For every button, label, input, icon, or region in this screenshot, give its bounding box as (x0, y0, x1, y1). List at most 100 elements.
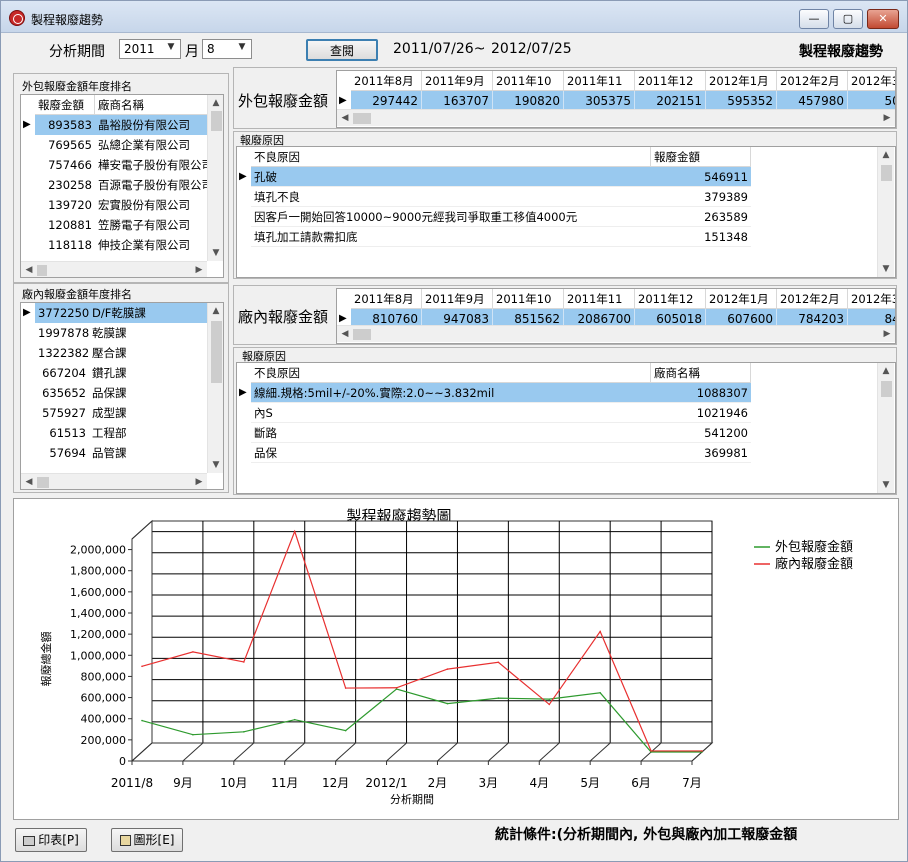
inhouse-monthly-grid[interactable]: 2011年8月8107602011年9月9470832011年10月851562… (336, 288, 896, 344)
table-row[interactable]: 667204 鑽孔課 (21, 363, 209, 383)
month-value-cell: 163707 (422, 91, 493, 111)
table-row[interactable]: 填孔不良 379389 (237, 187, 751, 207)
scroll-thumb[interactable] (881, 165, 892, 181)
y-tick-label: 2,000,000 (70, 544, 126, 557)
scroll-left-icon[interactable]: ◀ (337, 110, 353, 126)
month-select[interactable]: 8 ▼ (202, 39, 252, 59)
x-tick-label: 5月 (580, 776, 600, 790)
year-select[interactable]: 2011 ▼ (119, 39, 181, 59)
print-button[interactable]: 印表[P] (15, 828, 87, 852)
table-row[interactable]: ▶ 孔破 546911 (237, 167, 751, 187)
close-button[interactable]: ✕ (867, 9, 899, 29)
outsource-rank-title: 外包報廢金額年度排名 (22, 80, 132, 93)
scroll-up-icon[interactable]: ▲ (208, 303, 223, 319)
scroll-thumb[interactable] (211, 111, 222, 131)
outsource-monthly-label: 外包報廢金額 (238, 92, 329, 110)
x-tick-label: 7月 (682, 776, 702, 790)
outsource-reasons-grid[interactable]: 不良原因 報廢金額 ▶ 孔破 546911 填孔不良 379389 因客戶一開始回答10000… (236, 146, 896, 278)
table-row[interactable]: 內S 1021946 (237, 403, 751, 423)
scroll-down-icon[interactable]: ▼ (208, 457, 223, 473)
scroll-thumb[interactable] (211, 321, 222, 383)
amount-cell: 893583 (35, 115, 95, 135)
scroll-down-icon[interactable]: ▼ (208, 245, 223, 261)
table-row[interactable]: 757466 樺安電子股份有限公司 (21, 155, 209, 175)
scroll-up-icon[interactable]: ▲ (208, 95, 223, 111)
table-row[interactable]: 1997878 乾膜課 (21, 323, 209, 343)
scroll-right-icon[interactable]: ▶ (191, 262, 207, 277)
scroll-down-icon[interactable]: ▼ (878, 261, 894, 277)
outsource-monthly-grid[interactable]: 2011年8月2974422011年9月1637072011年10月190820… (336, 70, 896, 128)
query-button[interactable]: 查閱 (306, 39, 378, 61)
vertical-scrollbar[interactable]: ▲ ▼ (877, 147, 894, 277)
vertical-scrollbar[interactable]: ▲ ▼ (207, 95, 223, 261)
table-row[interactable]: ▶ 3772250 D/F乾膜課 (21, 303, 209, 323)
y-tick-label: 200,000 (81, 734, 127, 747)
horizontal-scrollbar[interactable]: ◀ ▶ (21, 473, 207, 489)
amount-cell: 1997878 (38, 326, 89, 340)
table-row[interactable]: 769565 弘總企業有限公司 (21, 135, 209, 155)
vertical-scrollbar[interactable]: ▲ ▼ (877, 363, 894, 493)
chart-button[interactable]: 圖形[E] (111, 828, 183, 852)
maximize-button[interactable]: ▢ (833, 9, 863, 29)
print-button-label: 印表[P] (38, 833, 79, 847)
table-row[interactable]: ▶ 線細.規格:5mil+/-20%.實際:2.0~~3.832mil 108830… (237, 383, 751, 403)
y-tick-label: 600,000 (81, 692, 127, 705)
scroll-thumb[interactable] (353, 329, 371, 340)
table-row[interactable]: 139720 宏實股份有限公司 (21, 195, 209, 215)
scroll-up-icon[interactable]: ▲ (878, 363, 894, 379)
month-value: 8 (207, 42, 215, 56)
table-row[interactable]: 因客戶一開始回答10000~9000元經我司爭取重工移值4000元 263589 (237, 207, 751, 227)
row-pointer-icon: ▶ (339, 313, 347, 324)
scroll-right-icon[interactable]: ▶ (191, 474, 207, 489)
minimize-button[interactable]: — (799, 9, 829, 29)
scroll-thumb[interactable] (881, 381, 892, 397)
scroll-thumb[interactable] (37, 477, 49, 488)
table-row[interactable]: 品保 369981 (237, 443, 751, 463)
table-row[interactable]: 118118 伸技企業有限公司 (21, 235, 209, 255)
scroll-thumb[interactable] (353, 113, 371, 124)
month-value-cell: 202151 (635, 91, 706, 111)
amount-cell: 3772250 (35, 303, 89, 323)
x-tick-label: 11月 (271, 776, 298, 790)
table-row[interactable]: 填孔加工請款需扣底 151348 (237, 227, 751, 247)
scroll-right-icon[interactable]: ▶ (879, 110, 895, 126)
month-header: 2012年1月 (706, 71, 777, 91)
horizontal-scrollbar[interactable]: ◀ ▶ (337, 109, 895, 126)
scroll-up-icon[interactable]: ▲ (878, 147, 894, 163)
month-header: 2012年1月 (706, 289, 777, 309)
scroll-left-icon[interactable]: ◀ (21, 262, 37, 277)
scroll-thumb[interactable] (37, 265, 47, 276)
month-header: 2012年2月 (777, 289, 848, 309)
scroll-left-icon[interactable]: ◀ (337, 326, 353, 342)
data-point (497, 661, 500, 664)
table-row[interactable]: 斷路 541200 (237, 423, 751, 443)
horizontal-scrollbar[interactable]: ◀ ▶ (21, 261, 207, 277)
table-row[interactable]: 120881 笠勝電子有限公司 (21, 215, 209, 235)
scroll-left-icon[interactable]: ◀ (21, 474, 37, 489)
table-row[interactable]: 635652 品保課 (21, 383, 209, 403)
table-row[interactable]: ▶ 893583 晶裕股份有限公司 (21, 115, 209, 135)
amount-cell: 757466 (48, 158, 92, 172)
month-header: 2011年11月 (564, 71, 635, 108)
table-row[interactable]: 230258 百源電子股份有限公司 (21, 175, 209, 195)
table-row[interactable]: 1322382 壓合課 (21, 343, 209, 363)
legend-label: 廠內報廢金額 (775, 556, 853, 572)
table-row[interactable]: 57694 品管課 (21, 443, 209, 463)
outsource-rank-grid[interactable]: 報廢金額 廠商名稱 ▶ 893583 晶裕股份有限公司 769565 弘總企業有限公司 757… (20, 94, 224, 278)
y-tick-label: 0 (119, 755, 126, 768)
table-row[interactable]: 61513 工程部 (21, 423, 209, 443)
horizontal-scrollbar[interactable]: ◀ ▶ (337, 325, 895, 342)
scroll-down-icon[interactable]: ▼ (878, 477, 894, 493)
vertical-scrollbar[interactable]: ▲ ▼ (207, 303, 223, 473)
data-point (344, 729, 347, 732)
inhouse-reasons-grid[interactable]: 不良原因 廠商名稱 ▶ 線細.規格:5mil+/-20%.實際:2.0~~3.832m… (236, 362, 896, 494)
scroll-right-icon[interactable]: ▶ (879, 326, 895, 342)
month-header: 2012年3 (848, 289, 895, 309)
data-point (293, 718, 296, 721)
amount-cell: 1088307 (651, 383, 751, 403)
month-header: 2012年3 (848, 71, 895, 91)
table-row[interactable]: 575927 成型課 (21, 403, 209, 423)
reason-cell: 填孔加工請款需扣底 (251, 227, 651, 247)
inhouse-rank-grid[interactable]: ▶ 3772250 D/F乾膜課 1997878 乾膜課 1322382 壓合課 667204… (20, 302, 224, 490)
month-header: 2012年2月 (777, 71, 848, 91)
